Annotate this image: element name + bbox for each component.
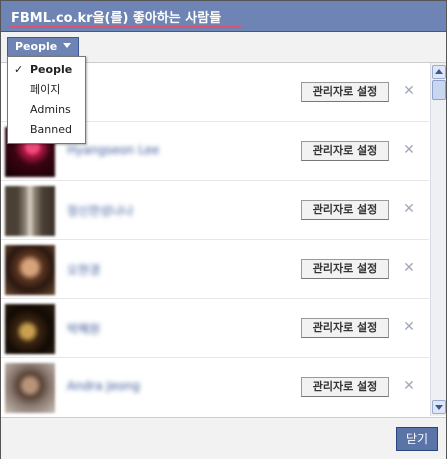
dropdown-arrow-icon bbox=[63, 43, 72, 48]
scroll-up-button[interactable] bbox=[432, 65, 446, 79]
scrollbar-thumb[interactable] bbox=[432, 80, 446, 100]
dialog-title: FBML.co.kr을(를) 좋아하는 사람들 bbox=[11, 11, 222, 26]
remove-person-icon[interactable]: ✕ bbox=[402, 259, 416, 277]
likes-dialog: FBML.co.kr을(를) 좋아하는 사람들 People 인성 관리자로 설… bbox=[0, 0, 447, 459]
remove-person-icon[interactable]: ✕ bbox=[402, 318, 416, 336]
remove-person-icon[interactable]: ✕ bbox=[402, 82, 416, 100]
person-name[interactable]: 박혜원 bbox=[67, 320, 100, 337]
filter-menu: ✓ People 페이지 Admins Banned bbox=[7, 56, 86, 144]
scroll-down-button[interactable] bbox=[432, 400, 446, 414]
title-underline bbox=[9, 26, 241, 28]
person-avatar[interactable] bbox=[5, 363, 55, 413]
filter-dropdown-label: People bbox=[15, 40, 58, 53]
filter-menu-item-pages[interactable]: 페이지 bbox=[8, 80, 85, 100]
filter-dropdown-button[interactable]: People bbox=[7, 37, 80, 57]
person-avatar[interactable] bbox=[5, 186, 55, 236]
person-avatar[interactable] bbox=[5, 245, 55, 295]
filter-menu-item-people[interactable]: ✓ People bbox=[8, 60, 85, 80]
make-admin-button[interactable]: 관리자로 설정 bbox=[301, 141, 389, 161]
remove-person-icon[interactable]: ✕ bbox=[402, 200, 416, 218]
person-name[interactable]: Hyangseon Lee bbox=[67, 143, 159, 157]
dialog-footer: 닫기 bbox=[1, 417, 446, 459]
arrow-up-icon bbox=[435, 69, 443, 74]
dialog-title-bar: FBML.co.kr을(를) 좋아하는 사람들 bbox=[1, 1, 446, 32]
person-row: 오현경 관리자로 설정 ✕ bbox=[1, 240, 429, 299]
remove-person-icon[interactable]: ✕ bbox=[402, 141, 416, 159]
checkmark-icon: ✓ bbox=[14, 63, 24, 76]
make-admin-button[interactable]: 관리자로 설정 bbox=[301, 318, 389, 338]
make-admin-button[interactable]: 관리자로 설정 bbox=[301, 200, 389, 220]
person-name[interactable]: 정신한성나나 bbox=[67, 202, 133, 219]
menu-item-label: Admins bbox=[30, 103, 71, 116]
person-row: 정신한성나나 관리자로 설정 ✕ bbox=[1, 181, 429, 240]
person-row: 박혜원 관리자로 설정 ✕ bbox=[1, 299, 429, 358]
make-admin-button[interactable]: 관리자로 설정 bbox=[301, 82, 389, 102]
menu-item-label: 페이지 bbox=[30, 83, 61, 96]
list-scrollbar[interactable] bbox=[430, 63, 446, 416]
person-name[interactable]: 오현경 bbox=[67, 261, 100, 278]
make-admin-button[interactable]: 관리자로 설정 bbox=[301, 377, 389, 397]
remove-person-icon[interactable]: ✕ bbox=[402, 377, 416, 395]
filter-menu-item-banned[interactable]: Banned bbox=[8, 120, 85, 140]
menu-item-label: People bbox=[30, 63, 73, 76]
arrow-down-icon bbox=[435, 405, 443, 410]
filter-menu-item-admins[interactable]: Admins bbox=[8, 100, 85, 120]
person-name[interactable]: Andra Jeong bbox=[67, 379, 140, 393]
make-admin-button[interactable]: 관리자로 설정 bbox=[301, 259, 389, 279]
person-avatar[interactable] bbox=[5, 304, 55, 354]
menu-item-label: Banned bbox=[30, 123, 72, 136]
close-button[interactable]: 닫기 bbox=[396, 427, 438, 451]
person-row: Andra Jeong 관리자로 설정 ✕ bbox=[1, 358, 429, 416]
